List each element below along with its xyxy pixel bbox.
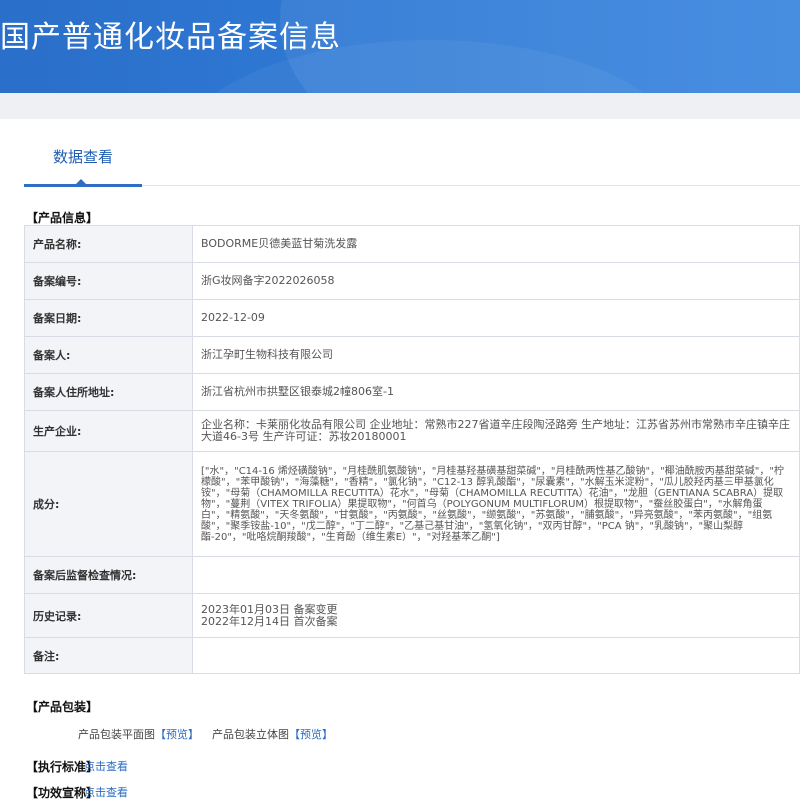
row-value: 浙江孕町生物科技有限公司 xyxy=(192,336,800,374)
history-entry: 2022年12月14日 首次备案 xyxy=(201,614,338,628)
tab-bar: 数据查看 xyxy=(24,134,800,187)
row-value: 浙G妆网备字2022026058 xyxy=(192,262,800,300)
table-row: 备注: xyxy=(24,637,800,674)
row-label: 历史记录: xyxy=(24,593,193,638)
row-value xyxy=(192,637,800,674)
row-label: 备案日期: xyxy=(24,299,193,337)
packaging-item-3d: 产品包装立体图【预览】 xyxy=(212,726,333,742)
standard-view-link[interactable]: 点击查看 xyxy=(84,758,128,774)
table-row: 备案编号: 浙G妆网备字2022026058 xyxy=(24,262,800,300)
table-row: 产品名称: BODORME贝德美蓝甘菊洗发露 xyxy=(24,225,800,263)
table-row: 成分: ["水"，"C14-16 烯烃磺酸钠"，"月桂酰肌氨酸钠"，"月桂基羟基… xyxy=(24,451,800,557)
preview-link-3d[interactable]: 【预览】 xyxy=(289,728,333,741)
ingredients-value: ["水"，"C14-16 烯烃磺酸钠"，"月桂酰肌氨酸钠"，"月桂基羟基磺基甜菜… xyxy=(192,451,800,557)
packaging-item-flat: 产品包装平面图【预览】 xyxy=(78,726,199,742)
row-value xyxy=(192,556,800,594)
tab-active-indicator xyxy=(24,184,142,187)
row-label: 备案人住所地址: xyxy=(24,373,193,411)
row-label: 产品名称: xyxy=(24,225,193,263)
history-entry: 2023年01月03日 备案变更 xyxy=(201,602,338,616)
table-row: 历史记录: 2023年01月03日 备案变更 2022年12月14日 首次备案 xyxy=(24,593,800,638)
table-row: 备案人: 浙江孕町生物科技有限公司 xyxy=(24,336,800,374)
row-value: 企业名称：卡莱丽化妆品有限公司 企业地址：常熟市227省道辛庄段陶泾路旁 生产地… xyxy=(192,410,800,452)
history-value: 2023年01月03日 备案变更 2022年12月14日 首次备案 xyxy=(192,593,800,638)
row-value: BODORME贝德美蓝甘菊洗发露 xyxy=(192,225,800,263)
row-label: 备注: xyxy=(24,637,193,674)
row-value: 2022-12-09 xyxy=(192,299,800,337)
table-row: 备案后监督检查情况: xyxy=(24,556,800,594)
row-label: 备案后监督检查情况: xyxy=(24,556,193,594)
table-row: 备案日期: 2022-12-09 xyxy=(24,299,800,337)
preview-link-flat[interactable]: 【预览】 xyxy=(155,728,199,741)
packaging-item-label: 产品包装立体图 xyxy=(212,728,289,741)
packaging-item-label: 产品包装平面图 xyxy=(78,728,155,741)
row-label: 生产企业: xyxy=(24,410,193,452)
row-value: 浙江省杭州市拱墅区银泰城2幢806室-1 xyxy=(192,373,800,411)
page-title: 国产普通化妆品备案信息 xyxy=(0,20,341,55)
row-label: 备案编号: xyxy=(24,262,193,300)
row-label: 备案人: xyxy=(24,336,193,374)
efficacy-view-link[interactable]: 点击查看 xyxy=(84,784,128,800)
row-label: 成分: xyxy=(24,451,193,557)
packaging-section-title: 【产品包装】 xyxy=(26,700,99,714)
tab-caret-icon xyxy=(76,179,86,184)
table-row: 备案人住所地址: 浙江省杭州市拱墅区银泰城2幢806室-1 xyxy=(24,373,800,411)
product-info-section-title: 【产品信息】 xyxy=(26,211,99,225)
table-row: 生产企业: 企业名称：卡莱丽化妆品有限公司 企业地址：常熟市227省道辛庄段陶泾… xyxy=(24,410,800,452)
header-divider-bar xyxy=(0,93,800,119)
product-info-table: 产品名称: BODORME贝德美蓝甘菊洗发露 备案编号: 浙G妆网备字20220… xyxy=(24,225,800,674)
header-banner: 国产普通化妆品备案信息 xyxy=(0,0,800,93)
